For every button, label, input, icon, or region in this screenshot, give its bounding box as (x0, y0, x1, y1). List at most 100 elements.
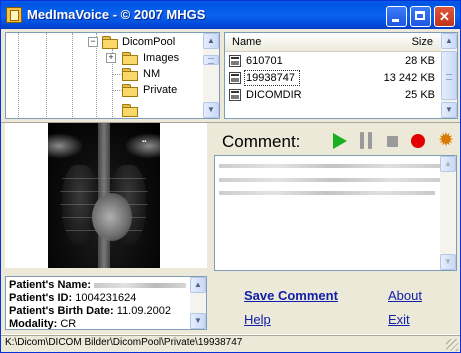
tree-guide-line (72, 33, 73, 118)
scroll-thumb[interactable] (441, 51, 457, 100)
maximize-button[interactable] (410, 6, 431, 27)
comment-scrollbar[interactable]: ▲ ▼ (440, 156, 456, 270)
file-list-scrollbar[interactable]: ▲ ▼ (441, 33, 457, 118)
app-window: MedImaVoice - © 2007 MHGS ✕ − DicomPool … (0, 0, 461, 353)
patient-name-redacted (94, 282, 187, 288)
tree-item-label: Private (143, 84, 178, 96)
comment-textarea[interactable]: ▲ ▼ (214, 155, 457, 271)
tree-guide-line (18, 33, 19, 118)
folder-tree[interactable]: − DicomPool + Images NM Private ▲ ▼ (5, 32, 220, 119)
patient-info-scrollbar[interactable]: ▲ ▼ (190, 277, 206, 329)
patient-modality-label: Modality: (9, 318, 58, 330)
maximize-icon (415, 11, 425, 20)
tree-guide-line (46, 33, 47, 118)
dicom-file-icon (229, 89, 241, 101)
patient-id-row: Patient's ID: 1004231624 (9, 291, 136, 305)
save-comment-link[interactable]: Save Comment (244, 288, 338, 303)
patient-birth-value: 11.09.2002 (116, 305, 172, 317)
comment-text-line (219, 164, 447, 168)
status-path: K:\Dicom\DICOM Bilder\DicomPool\Private\… (5, 337, 243, 348)
about-link[interactable]: About (388, 288, 422, 303)
collapse-icon[interactable]: − (88, 37, 98, 47)
xray-marker: ▪▪ (142, 139, 147, 145)
image-viewer: ▪▪ (5, 123, 207, 268)
tree-item-label: Images (143, 52, 180, 64)
title-bar[interactable]: MedImaVoice - © 2007 MHGS ✕ (1, 1, 460, 29)
scroll-down-icon[interactable]: ▼ (441, 102, 457, 118)
patient-modality-row: Modality: CR (9, 317, 77, 330)
close-button[interactable]: ✕ (434, 6, 455, 27)
tree-item-label: NM (143, 68, 161, 80)
close-icon: ✕ (439, 9, 450, 24)
patient-modality-value: CR (60, 318, 77, 330)
file-row[interactable]: DICOMDIR 25 KB (227, 87, 435, 104)
column-header-size[interactable]: Size (412, 36, 433, 48)
patient-birth-row: Patient's Birth Date: 11.09.2002 (9, 304, 171, 318)
gear-icon[interactable]: ✹ (437, 131, 455, 150)
dicom-file-icon (229, 72, 241, 84)
file-size: 25 KB (405, 89, 435, 101)
comment-label: Comment: (222, 132, 301, 151)
stop-icon[interactable] (387, 136, 398, 147)
patient-info-panel: Patient's Name: Patient's ID: 1004231624… (5, 276, 207, 330)
dicom-file-icon (229, 55, 241, 67)
file-row[interactable]: 610701 28 KB (227, 53, 435, 70)
xray-shoulder-left (48, 133, 84, 159)
expand-icon[interactable]: + (106, 53, 116, 63)
status-separator (1, 335, 460, 336)
xray-shoulder-right (124, 133, 160, 159)
tree-item-images[interactable]: + Images (106, 50, 196, 66)
file-name: 19938747 (246, 72, 295, 84)
tree-guide-line (112, 90, 122, 91)
patient-name-label: Patient's Name: (9, 279, 92, 291)
patient-name-row: Patient's Name: (9, 278, 187, 292)
folder-icon (122, 104, 138, 117)
minimize-button[interactable] (386, 6, 407, 27)
file-list-header: Name Size (225, 33, 457, 52)
record-icon[interactable] (411, 134, 425, 148)
xray-lung-left (62, 165, 98, 245)
column-header-name[interactable]: Name (232, 36, 261, 48)
play-icon[interactable] (333, 133, 347, 149)
tree-item-label: DicomPool (122, 36, 176, 48)
patient-id-label: Patient's ID: (9, 292, 73, 304)
tree-item-dicompool[interactable]: − DicomPool (88, 34, 198, 50)
xray-image: ▪▪ (48, 123, 160, 268)
scroll-thumb[interactable] (203, 55, 219, 65)
scroll-up-icon[interactable]: ▲ (441, 33, 457, 49)
patient-id-value: 1004231624 (75, 292, 137, 304)
scroll-down-icon[interactable]: ▼ (190, 313, 206, 329)
folder-icon (102, 36, 118, 49)
folder-icon (122, 84, 138, 97)
pause-icon[interactable] (358, 132, 376, 150)
scroll-down-icon[interactable]: ▼ (440, 254, 456, 270)
status-bar: K:\Dicom\DICOM Bilder\DicomPool\Private\… (1, 334, 460, 352)
tree-scrollbar[interactable]: ▲ ▼ (203, 33, 219, 118)
exit-link[interactable]: Exit (388, 312, 410, 327)
scroll-down-icon[interactable]: ▼ (203, 102, 219, 118)
scroll-up-icon[interactable]: ▲ (440, 156, 456, 172)
file-list[interactable]: Name Size 610701 28 KB 19938747 13 242 K… (224, 32, 458, 119)
tree-item-private[interactable]: Private (106, 82, 196, 98)
folder-icon (122, 68, 138, 81)
file-name: DICOMDIR (246, 89, 302, 101)
comment-text-line (219, 191, 435, 195)
resize-grip-icon[interactable] (446, 339, 458, 351)
comment-text-line (219, 178, 449, 182)
help-link[interactable]: Help (244, 312, 271, 327)
scroll-up-icon[interactable]: ▲ (190, 277, 206, 293)
tree-item-nm[interactable]: NM (106, 66, 196, 82)
folder-icon (122, 52, 138, 65)
file-row-selected[interactable]: 19938747 13 242 KB (227, 70, 435, 87)
app-icon[interactable] (6, 7, 22, 23)
file-size: 28 KB (405, 55, 435, 67)
patient-birth-label: Patient's Birth Date: (9, 305, 114, 317)
file-name: 610701 (246, 55, 283, 67)
window-title: MedImaVoice - © 2007 MHGS (27, 7, 206, 22)
scroll-up-icon[interactable]: ▲ (203, 33, 219, 49)
tree-guide-line (112, 74, 122, 75)
xray-heart (92, 193, 132, 241)
minimize-icon (392, 19, 399, 22)
tree-item-partial[interactable] (106, 98, 196, 117)
file-size: 13 242 KB (383, 72, 435, 84)
